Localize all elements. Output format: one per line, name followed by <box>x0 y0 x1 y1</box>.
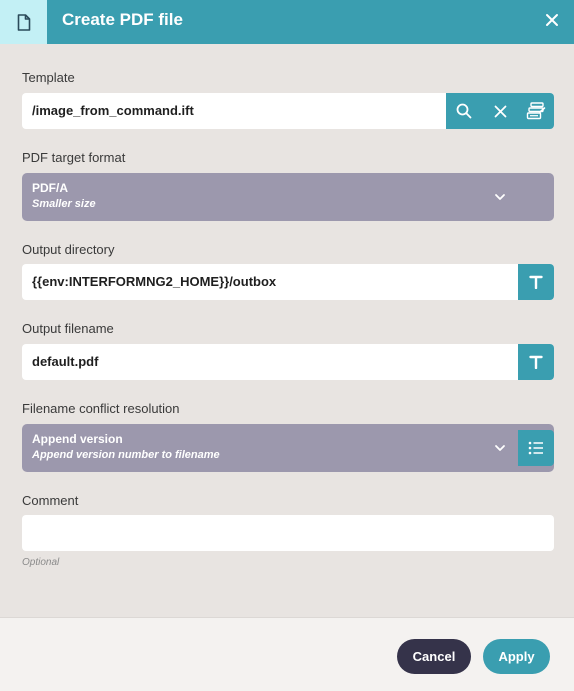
comment-input[interactable] <box>22 515 554 551</box>
output-directory-value: {{env:INTERFORMNG2_HOME}}/outbox <box>32 274 277 289</box>
template-value: /image_from_command.ift <box>32 103 194 118</box>
dialog-title: Create PDF file <box>62 10 183 29</box>
text-type-icon[interactable] <box>518 344 554 380</box>
conflict-select[interactable]: Append version Append version number to … <box>22 424 554 472</box>
list-icon[interactable] <box>518 430 554 466</box>
template-label: Template <box>22 70 75 85</box>
cancel-button[interactable]: Cancel <box>397 639 471 674</box>
template-buttons <box>446 93 554 129</box>
clear-icon[interactable] <box>482 93 518 129</box>
output-filename-value: default.pdf <box>32 354 99 369</box>
dialog-footer: Cancel Apply <box>0 617 574 691</box>
pdf-format-select[interactable]: PDF/A Smaller size <box>22 173 554 221</box>
dialog-header: Create PDF file <box>0 0 574 44</box>
pdf-format-description: Smaller size <box>32 198 96 210</box>
conflict-label: Filename conflict resolution <box>22 401 180 416</box>
output-directory-field[interactable]: {{env:INTERFORMNG2_HOME}}/outbox <box>22 264 554 300</box>
document-icon <box>0 0 47 44</box>
text-type-icon[interactable] <box>518 264 554 300</box>
conflict-buttons <box>518 430 554 466</box>
search-icon[interactable] <box>446 93 482 129</box>
template-field[interactable]: /image_from_command.ift <box>22 93 554 129</box>
close-icon[interactable] <box>542 10 562 30</box>
output-directory-buttons <box>518 264 554 300</box>
chevron-down-icon <box>492 440 508 456</box>
chevron-down-icon <box>492 189 508 205</box>
conflict-selected: Append version <box>32 432 123 446</box>
comment-label: Comment <box>22 493 79 508</box>
pdf-format-label: PDF target format <box>22 150 126 165</box>
apply-button[interactable]: Apply <box>483 639 550 674</box>
comment-hint: Optional <box>22 557 60 568</box>
template-library-icon[interactable] <box>518 93 554 129</box>
pdf-format-selected: PDF/A <box>32 181 68 195</box>
output-filename-label: Output filename <box>22 321 114 336</box>
output-filename-buttons <box>518 344 554 380</box>
output-directory-label: Output directory <box>22 242 115 257</box>
output-filename-field[interactable]: default.pdf <box>22 344 554 380</box>
conflict-description: Append version number to filename <box>32 449 220 461</box>
